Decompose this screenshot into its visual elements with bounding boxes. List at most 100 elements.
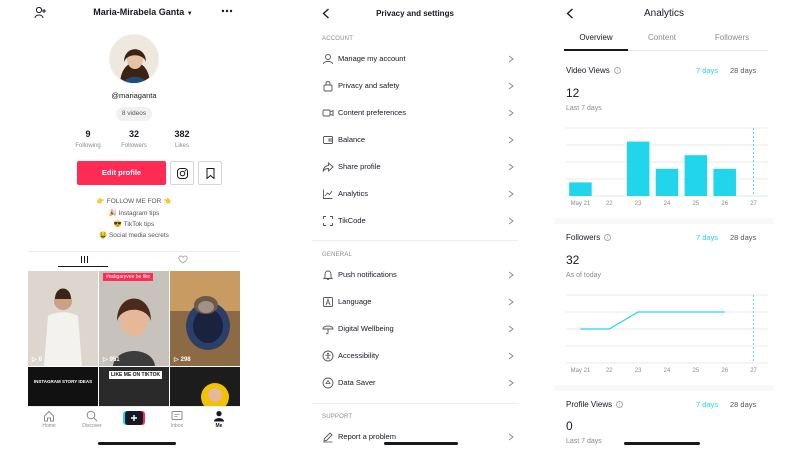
video-thumbnail[interactable] (170, 367, 240, 407)
row-label: Data Saver (338, 378, 376, 387)
stat-likes[interactable]: 382 Likes (157, 129, 207, 149)
series-line (580, 311, 725, 330)
edit-profile-button[interactable]: Edit profile (77, 161, 166, 185)
settings-row-balance[interactable]: Balance (312, 127, 518, 154)
video-thumbnail[interactable]: #askgaryvee be like ▷ 951 (99, 271, 169, 366)
settings-row-privacy[interactable]: Privacy and safety (312, 73, 518, 100)
settings-row-accessibility[interactable]: Accessibility (312, 343, 518, 370)
avatar[interactable] (109, 34, 159, 84)
add-user-icon[interactable] (34, 6, 47, 19)
share-icon (322, 161, 334, 173)
video-icon (322, 109, 334, 117)
view-count-text: 951 (109, 356, 120, 363)
tab-content[interactable]: Content (634, 33, 690, 42)
profile-panel: Maria-Mirabela Ganta ▼ @mariaganta 8 vid… (28, 0, 240, 450)
chevron-right-icon (508, 136, 514, 144)
row-label: Language (338, 297, 372, 306)
settings-row-manage-account[interactable]: Manage my account (312, 46, 518, 73)
tab-divider (28, 251, 240, 252)
instagram-button[interactable] (170, 161, 194, 185)
settings-row-language[interactable]: Language (312, 289, 518, 316)
wallet-icon (323, 136, 333, 144)
settings-row-digital-wellbeing[interactable]: Digital Wellbeing (312, 316, 518, 343)
chevron-right-icon (508, 109, 514, 117)
plus-icon (123, 411, 145, 425)
x-tick-label: 23 (635, 368, 642, 374)
nav-discover[interactable]: Discover (75, 410, 109, 429)
stat-label: Followers (121, 143, 147, 149)
x-tick-label: 25 (693, 201, 700, 207)
tab-indicator (58, 266, 108, 267)
tab-overview[interactable]: Overview (564, 33, 628, 42)
settings-row-share-profile[interactable]: Share profile (312, 154, 518, 181)
settings-row-analytics[interactable]: Analytics (312, 181, 518, 208)
home-indicator (384, 442, 458, 445)
settings-row-content-preferences[interactable]: Content preferences (312, 100, 518, 127)
row-label: Balance (338, 135, 366, 144)
favorites-button[interactable] (198, 161, 222, 185)
range-7-days[interactable]: 7 days (696, 400, 718, 409)
section-divider (312, 403, 518, 404)
nav-inbox[interactable]: Inbox (160, 410, 194, 429)
chevron-right-icon (508, 217, 514, 225)
stat-followers[interactable]: 32 Followers (109, 129, 159, 149)
grid-icon (81, 256, 88, 263)
umbrella-icon (322, 325, 334, 335)
info-icon[interactable]: i (613, 67, 621, 74)
chevron-right-icon (508, 190, 514, 198)
video-thumbnail[interactable]: ▷ 0 (28, 271, 98, 366)
settings-row-tikcode[interactable]: TikCode (312, 208, 518, 235)
bar (684, 155, 708, 196)
stat-following[interactable]: 9 Following (63, 129, 113, 149)
range-7-days[interactable]: 7 days (696, 233, 718, 242)
range-7-days[interactable]: 7 days (696, 66, 718, 75)
tab-followers[interactable]: Followers (704, 33, 760, 42)
section-title-text: Profile Views (566, 400, 613, 409)
section-title-text: Followers (566, 233, 601, 242)
row-label: TikCode (338, 216, 366, 225)
tab-indicator (564, 49, 628, 51)
inbox-icon (171, 411, 183, 420)
view-count: ▷ 298 (174, 356, 191, 364)
range-28-days[interactable]: 28 days (730, 66, 756, 75)
video-views-chart: May 21 22 23 24 25 26 27 (566, 127, 768, 207)
datasaver-icon (322, 377, 334, 389)
row-label: Content preferences (338, 108, 406, 117)
chevron-right-icon (508, 55, 514, 63)
videos-grid-tab[interactable] (80, 255, 89, 264)
video-thumbnail[interactable]: LIKE ME ON TIKTOK (99, 367, 169, 407)
stat-label: Likes (174, 143, 189, 149)
info-icon[interactable]: i (604, 234, 612, 241)
x-tick-label: 27 (750, 368, 757, 374)
chevron-right-icon (508, 82, 514, 90)
range-28-days[interactable]: 28 days (730, 400, 756, 409)
analytics-panel: Analytics Overview Content Followers Vid… (554, 0, 774, 450)
settings-row-report-problem[interactable]: Report a problem (312, 424, 518, 450)
info-icon[interactable]: i (616, 401, 624, 408)
liked-videos-tab[interactable] (178, 255, 188, 264)
chevron-right-icon (508, 163, 514, 171)
username-title[interactable]: Maria-Mirabela Ganta ▼ (68, 7, 218, 17)
chevron-right-icon (508, 379, 514, 387)
settings-row-data-saver[interactable]: Data Saver (312, 370, 518, 397)
analytics-icon (323, 189, 333, 199)
play-icon: ▷ (174, 357, 179, 363)
bar (569, 182, 592, 196)
caret-down-icon: ▼ (186, 11, 193, 17)
create-button[interactable] (117, 411, 151, 425)
x-tick-label: 25 (693, 368, 700, 374)
bell-icon (322, 270, 334, 280)
x-tick-label: 26 (721, 201, 728, 207)
chevron-right-icon (508, 298, 514, 306)
video-thumbnail[interactable]: ▷ 298 (170, 271, 240, 366)
profile-views-subtitle: Last 7 days (566, 438, 602, 445)
settings-row-push-notifications[interactable]: Push notifications (312, 262, 518, 289)
row-label: Share profile (338, 162, 381, 171)
range-28-days[interactable]: 28 days (730, 233, 756, 242)
more-icon[interactable] (221, 9, 233, 13)
nav-home[interactable]: Home (32, 410, 66, 429)
x-tick-label: 23 (635, 201, 642, 207)
row-label: Analytics (338, 189, 369, 198)
video-thumbnail[interactable]: INSTAGRAM STORY IDEAS (28, 367, 98, 407)
nav-me[interactable]: Me (202, 410, 236, 429)
